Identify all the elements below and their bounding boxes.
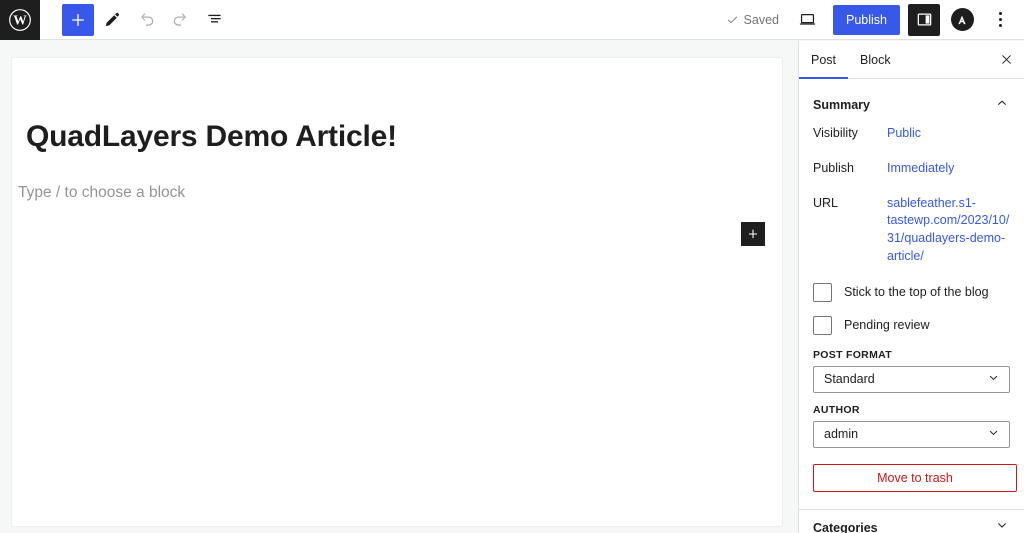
tools-button[interactable] — [96, 4, 128, 36]
pending-review-checkbox-row[interactable]: Pending review — [799, 315, 1024, 335]
post-format-value: Standard — [824, 372, 875, 386]
summary-row-visibility: Visibility Public — [813, 125, 1010, 143]
laptop-icon — [799, 13, 815, 25]
astra-plugin-button[interactable] — [946, 4, 978, 36]
summary-row-url: URL sablefeather.s1-tastewp.com/2023/10/… — [813, 195, 1010, 266]
wordpress-logo-icon[interactable]: W — [0, 0, 40, 40]
author-select[interactable]: admin — [813, 420, 1010, 448]
tab-post[interactable]: Post — [799, 41, 849, 79]
summary-panel-title: Summary — [813, 98, 870, 112]
wordpress-logo-glyph: W — [9, 8, 31, 31]
wordpress-block-editor: W Saved Publish QuadLayers Demo Article!… — [0, 0, 1024, 533]
post-format-label: POST FORMAT — [813, 348, 892, 361]
plus-icon — [748, 229, 758, 239]
post-title-field[interactable]: QuadLayers Demo Article! — [12, 58, 782, 154]
sidebar-tab-list: Post Block — [799, 41, 1024, 79]
publish-label: Publish — [813, 160, 854, 175]
author-field: AUTHOR admin — [799, 404, 1024, 448]
sidebar-panel-icon — [917, 13, 931, 26]
summary-rows: Visibility Public Publish Immediately UR… — [799, 122, 1024, 266]
visibility-label: Visibility — [813, 126, 858, 140]
move-to-trash-button[interactable]: Move to trash — [813, 463, 1017, 492]
editor-actions-group: Saved Publish — [716, 3, 1024, 36]
editor-canvas-region: QuadLayers Demo Article! Type / to choos… — [0, 41, 798, 533]
redo-arrow-icon — [173, 13, 186, 26]
preview-button[interactable] — [791, 4, 823, 36]
chevron-down-icon — [986, 425, 1001, 443]
kebab-dot — [998, 12, 1002, 15]
editor-tools-group — [62, 3, 230, 36]
saved-status[interactable]: Saved — [716, 13, 789, 27]
settings-sidebar: Post Block Summary Visibility Public Pub… — [798, 41, 1024, 533]
url-label: URL — [813, 195, 839, 210]
visibility-value[interactable]: Public — [887, 125, 921, 143]
chevron-down-icon — [994, 517, 1010, 533]
kebab-dot — [998, 18, 1002, 21]
author-value: admin — [824, 427, 859, 441]
editor-top-bar: W Saved Publish — [0, 0, 1024, 40]
summary-panel-header[interactable]: Summary — [799, 88, 1024, 122]
astra-a-glyph — [958, 15, 966, 24]
categories-panel-header[interactable]: Categories — [799, 510, 1024, 533]
post-format-field: POST FORMAT Standard — [799, 349, 1024, 393]
post-canvas[interactable]: QuadLayers Demo Article! Type / to choos… — [11, 57, 783, 527]
kebab-dot — [998, 24, 1002, 27]
astra-logo-icon — [950, 8, 974, 31]
sticky-post-label: Stick to the top of the blog — [844, 285, 989, 299]
undo-arrow-icon — [140, 13, 153, 26]
saved-label: Saved — [743, 12, 779, 27]
categories-panel-title: Categories — [813, 520, 878, 533]
close-icon — [1001, 55, 1011, 64]
tab-block[interactable]: Block — [848, 41, 903, 78]
summary-row-publish: Publish Immediately — [813, 160, 1010, 178]
publish-button[interactable]: Publish — [833, 4, 900, 35]
close-sidebar-button[interactable] — [988, 41, 1024, 78]
undo-button[interactable] — [130, 4, 162, 36]
plus-icon — [72, 13, 84, 26]
settings-sidebar-toggle[interactable] — [908, 3, 940, 36]
more-options-button[interactable] — [984, 4, 1016, 36]
check-icon — [727, 16, 737, 24]
svg-text:W: W — [13, 12, 27, 27]
url-value[interactable]: sablefeather.s1-tastewp.com/2023/10/31/q… — [887, 195, 1010, 266]
list-view-button[interactable] — [198, 4, 230, 36]
pending-review-label: Pending review — [844, 318, 930, 332]
author-label: AUTHOR — [813, 403, 860, 416]
list-view-icon — [207, 14, 221, 23]
sticky-post-checkbox-row[interactable]: Stick to the top of the blog — [799, 282, 1024, 302]
sticky-post-checkbox[interactable] — [813, 282, 832, 302]
chevron-down-icon — [986, 370, 1001, 388]
post-format-select[interactable]: Standard — [813, 365, 1010, 393]
pencil-icon — [105, 12, 119, 27]
pending-review-checkbox[interactable] — [813, 315, 832, 335]
add-block-button[interactable] — [62, 3, 94, 36]
chevron-up-icon — [994, 95, 1010, 116]
empty-block-placeholder[interactable]: Type / to choose a block — [12, 154, 782, 202]
publish-value[interactable]: Immediately — [887, 160, 954, 178]
inline-add-block-button[interactable] — [741, 222, 765, 246]
redo-button[interactable] — [164, 4, 196, 36]
